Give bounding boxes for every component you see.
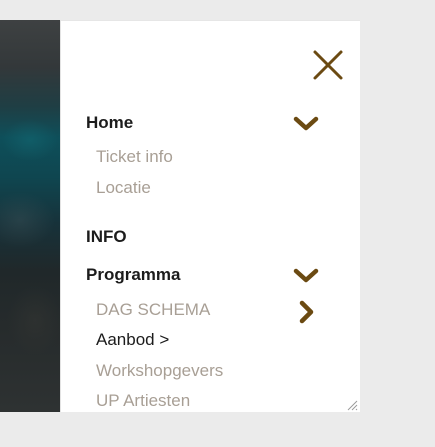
expand-home-button[interactable] xyxy=(292,114,320,134)
close-menu-button[interactable] xyxy=(311,48,345,82)
open-dag-schema-button[interactable] xyxy=(297,299,317,325)
app-viewport: Home Ticket info Locatie INFO Programma xyxy=(0,20,360,412)
submenu-item-label: Locatie xyxy=(96,178,151,197)
resize-grip-icon xyxy=(347,400,358,411)
close-icon xyxy=(313,50,343,80)
submenu-item-label: Workshopgevers xyxy=(96,361,224,380)
submenu-item-locatie[interactable]: Locatie xyxy=(96,178,151,198)
submenu-item-workshopgevers[interactable]: Workshopgevers xyxy=(96,361,223,381)
submenu-item-label: Aanbod > xyxy=(96,330,170,349)
menu-item-home[interactable]: Home xyxy=(86,113,133,133)
chevron-down-icon xyxy=(293,268,319,283)
expand-programma-button[interactable] xyxy=(292,266,320,286)
submenu-item-aanbod[interactable]: Aanbod > xyxy=(96,330,169,350)
menu-item-label: Home xyxy=(86,113,134,132)
menu-item-label: Programma xyxy=(86,265,181,284)
menu-item-info[interactable]: INFO xyxy=(86,227,127,247)
menu-item-label: INFO xyxy=(86,227,127,246)
chevron-down-icon xyxy=(293,116,319,131)
submenu-item-label: UP Artiesten xyxy=(96,391,191,410)
submenu-item-dag-schema[interactable]: DAG SCHEMA xyxy=(96,300,210,320)
submenu-item-label: Ticket info xyxy=(96,147,173,166)
chevron-right-icon xyxy=(299,300,314,324)
submenu-item-label: DAG SCHEMA xyxy=(96,300,211,319)
mobile-menu-panel: Home Ticket info Locatie INFO Programma xyxy=(60,20,360,412)
menu-item-programma[interactable]: Programma xyxy=(86,265,180,285)
background-photo xyxy=(0,20,62,412)
submenu-item-up-artiesten[interactable]: UP Artiesten xyxy=(96,391,190,411)
submenu-item-ticket-info[interactable]: Ticket info xyxy=(96,147,173,167)
resize-handle[interactable] xyxy=(346,398,358,411)
